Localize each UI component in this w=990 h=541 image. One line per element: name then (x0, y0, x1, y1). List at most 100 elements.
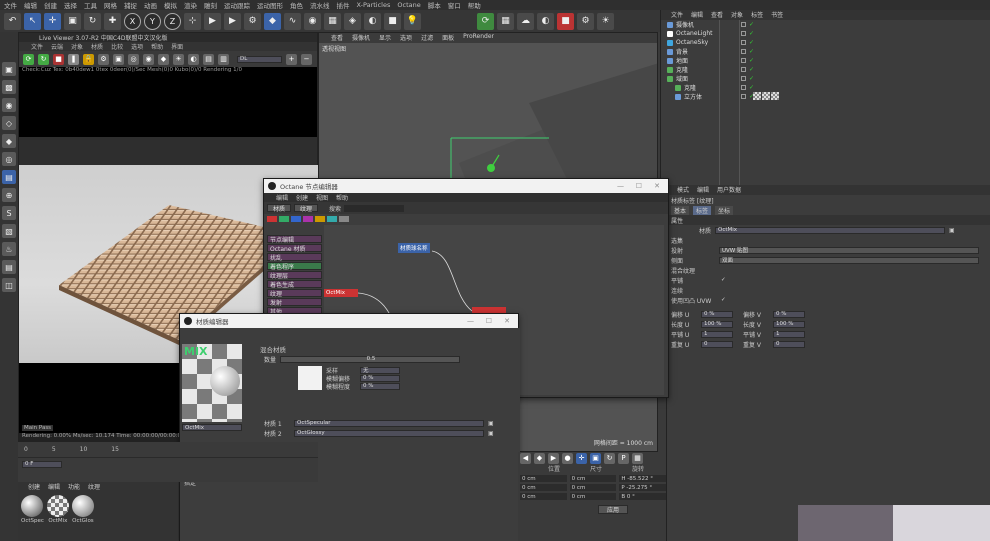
object-menu-item[interactable]: 编辑 (691, 10, 703, 20)
material-tag-1[interactable] (753, 92, 761, 100)
material-tag-2[interactable] (762, 92, 770, 100)
node-category-button[interactable]: 节点编辑 (267, 235, 322, 244)
enable-check-icon[interactable]: ✓ (749, 48, 754, 55)
material-field[interactable]: OctMix (715, 226, 945, 234)
material-item[interactable]: OctSpec (21, 495, 44, 524)
deformer-icon[interactable]: ◈ (344, 12, 361, 30)
menu-item[interactable]: 流水线 (310, 0, 330, 10)
object-menu-item[interactable]: 对象 (731, 10, 743, 20)
viewport-menu-item[interactable]: 过滤 (421, 33, 433, 43)
live-viewer-menu-item[interactable]: 对象 (71, 42, 83, 51)
menu-item[interactable]: 动画 (144, 0, 157, 10)
uv-mode-icon[interactable]: ◎ (2, 152, 16, 166)
enable-axis-icon[interactable]: ⊕ (2, 188, 16, 202)
enable-check-icon[interactable]: ✓ (749, 75, 754, 82)
menu-item[interactable]: 文件 (4, 0, 17, 10)
object-menu-item[interactable]: 文件 (671, 10, 683, 20)
swatch-orange[interactable] (315, 216, 325, 222)
attribute-value[interactable]: ✓ (719, 297, 739, 304)
lock-icon[interactable]: ◫ (2, 278, 16, 292)
material-menu-item[interactable]: 创建 (28, 482, 40, 492)
close-icon[interactable]: ✕ (504, 317, 510, 325)
slot-field[interactable]: OctGlossy (294, 429, 484, 437)
spline-icon[interactable]: ∿ (284, 12, 301, 30)
clay-icon[interactable]: ◐ (188, 53, 199, 65)
stop-icon[interactable]: ■ (53, 53, 64, 65)
settings-icon[interactable]: ⚙ (98, 53, 109, 65)
octane-sky-icon[interactable]: ◐ (537, 12, 554, 30)
attribute-value[interactable] (719, 237, 739, 244)
node-name-field[interactable]: OctMix (182, 424, 242, 431)
node-category-button[interactable]: Octane 材质 (267, 244, 322, 253)
object-row[interactable]: 域面 ✓ (661, 74, 990, 83)
viewport-menu-item[interactable]: 显示 (379, 33, 391, 43)
octane-stop-icon[interactable]: ■ (557, 12, 574, 30)
swatch-purple[interactable] (303, 216, 313, 222)
render-icon[interactable]: ▶ (224, 12, 241, 30)
attributes-menu-item[interactable]: 用户数据 (717, 185, 741, 195)
swatch-teal[interactable] (327, 216, 337, 222)
coord-field[interactable]: P -25.275 ° (619, 484, 667, 491)
visibility-checkbox[interactable] (741, 31, 746, 36)
slot-link-icon[interactable]: ▣ (488, 420, 494, 427)
maximize-icon[interactable]: ☐ (486, 317, 492, 325)
attribute-value[interactable] (719, 287, 739, 294)
node-category-button[interactable]: 着色程序 (267, 262, 322, 271)
render-view-icon[interactable]: ▶ (204, 12, 221, 30)
swatch-gray[interactable] (339, 216, 349, 222)
slot-field[interactable]: OctSpecular (294, 419, 484, 427)
visibility-checkbox[interactable] (741, 22, 746, 27)
unzoom-icon[interactable]: − (301, 53, 312, 65)
live-viewer-menu-item[interactable]: 帮助 (151, 42, 163, 51)
material-menu-item[interactable]: 编辑 (48, 482, 60, 492)
offset-field[interactable]: 0 (701, 340, 733, 348)
node-editor-menu-item[interactable]: 创建 (296, 193, 308, 202)
object-row[interactable]: 克隆 ✓ (661, 65, 990, 74)
enable-check-icon[interactable]: ✓ (749, 57, 754, 64)
magnet-icon[interactable]: ♨ (2, 242, 16, 256)
attribute-dropdown[interactable]: 双面 (719, 256, 979, 264)
coord-field[interactable]: 0 cm (520, 484, 567, 491)
offset-field[interactable]: 100 % (773, 320, 805, 328)
select-icon[interactable]: ↖ (24, 12, 41, 30)
menu-item[interactable]: 模拟 (164, 0, 177, 10)
attributes-tab[interactable]: 坐标 (715, 205, 734, 215)
crosshair-icon[interactable]: ✚ (104, 12, 121, 30)
menu-item[interactable]: 捕捉 (124, 0, 137, 10)
enable-check-icon[interactable]: ✓ (749, 39, 754, 46)
sub-sampling-icon[interactable]: ▤ (203, 53, 214, 65)
material-thumbnail[interactable] (71, 495, 94, 517)
octane-live-icon[interactable]: ⟳ (477, 12, 494, 30)
object-row[interactable]: OctaneLight ✓ (661, 29, 990, 38)
live-viewer-menu-item[interactable]: 选项 (131, 42, 143, 51)
region-icon[interactable]: ▣ (113, 53, 124, 65)
send-scene-icon[interactable]: ⟳ (23, 53, 34, 65)
z-axis-button[interactable]: Z (164, 12, 181, 30)
node-category-button[interactable]: 发射 (267, 298, 322, 307)
menu-item[interactable]: 创建 (44, 0, 57, 10)
node-category-button[interactable]: 纹理 (267, 289, 322, 298)
pause-icon[interactable]: ❚ (68, 53, 79, 65)
key-scale-icon[interactable]: ▣ (590, 452, 601, 464)
menu-item[interactable]: 帮助 (468, 0, 481, 10)
enable-check-icon[interactable]: ✓ (749, 30, 754, 37)
octane-grid-icon[interactable]: ▦ (497, 12, 514, 30)
close-icon[interactable]: ✕ (654, 182, 660, 190)
object-menu-item[interactable]: 书签 (771, 10, 783, 20)
pick-focus-icon[interactable]: ◎ (128, 53, 139, 65)
enable-check-icon[interactable]: ✓ (749, 21, 754, 28)
light-icon[interactable]: 💡 (404, 12, 421, 30)
attribute-dropdown[interactable]: UVW 贴图 (719, 246, 979, 254)
node-category-button[interactable]: 着色生成 (267, 280, 322, 289)
checker-icon[interactable]: ▩ (2, 80, 16, 94)
light-pick-icon[interactable]: ☀ (173, 53, 184, 65)
menu-item[interactable]: Octane (397, 1, 420, 9)
menu-item[interactable]: 网格 (104, 0, 117, 10)
viewport-menu-item[interactable]: 选项 (400, 33, 412, 43)
visibility-checkbox[interactable] (741, 58, 746, 63)
coord-field[interactable]: 0 cm (520, 475, 567, 482)
points-mode-icon[interactable]: ◉ (2, 98, 16, 112)
texture-button[interactable]: 纹理 (294, 204, 318, 213)
object-row[interactable]: 立方体 ✓ (661, 92, 990, 101)
offset-field[interactable]: 0 % (701, 310, 733, 318)
